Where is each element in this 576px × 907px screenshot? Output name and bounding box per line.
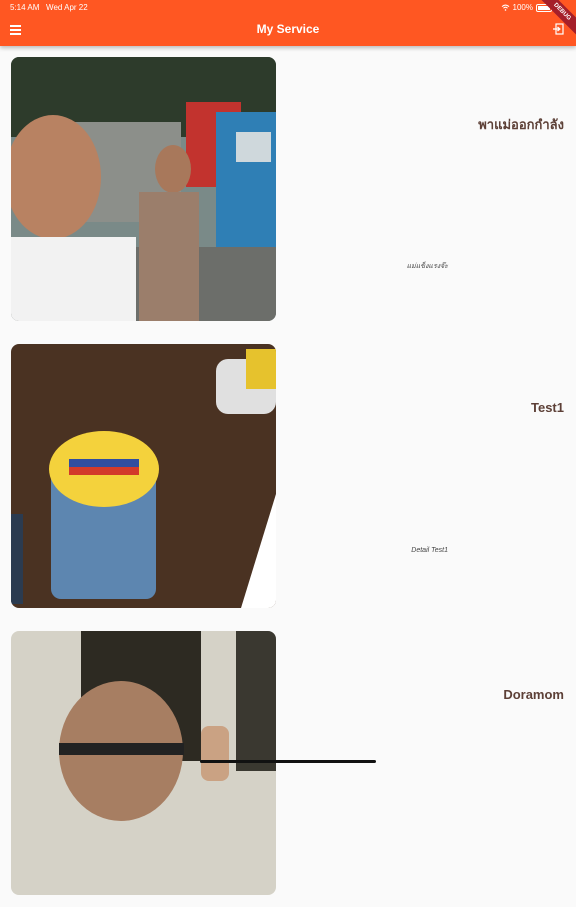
service-detail: Detail Test1 xyxy=(411,547,448,554)
status-right: 100% xyxy=(501,3,552,12)
status-date-value: Wed Apr 22 xyxy=(46,3,88,12)
service-title: พาแม่ออกกำลัง xyxy=(478,117,564,132)
service-title: Doramom xyxy=(503,687,564,702)
battery-percent: 100% xyxy=(512,3,533,12)
status-time: 5:14 AM Wed Apr 22 xyxy=(10,3,88,12)
page-title: My Service xyxy=(256,22,320,36)
service-item[interactable]: Doramom xyxy=(0,620,576,907)
service-photo[interactable] xyxy=(11,631,276,895)
logout-icon xyxy=(553,23,564,35)
service-item[interactable]: พาแม่ออกกำลัง แม่แข็งแรงจ๊ะ xyxy=(0,46,576,333)
service-item[interactable]: Test1 Detail Test1 xyxy=(0,333,576,620)
status-time-value: 5:14 AM xyxy=(10,3,40,12)
service-photo[interactable] xyxy=(11,344,276,608)
home-indicator[interactable] xyxy=(200,760,376,763)
service-title: Test1 xyxy=(531,400,564,415)
service-detail: แม่แข็งแรงจ๊ะ xyxy=(406,263,448,270)
app-bar: 5:14 AM Wed Apr 22 100% My Service DEBUG xyxy=(0,0,576,46)
wifi-icon xyxy=(501,4,509,11)
service-photo[interactable] xyxy=(11,57,276,321)
status-bar: 5:14 AM Wed Apr 22 100% xyxy=(0,0,576,14)
